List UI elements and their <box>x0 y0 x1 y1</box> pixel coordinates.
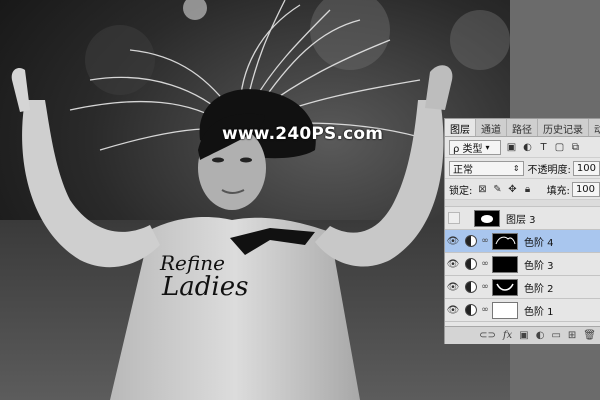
eye-icon[interactable]: 👁︎ <box>445 236 461 247</box>
layer-mask-thumbnail[interactable] <box>492 278 518 296</box>
lock-pixels-icon[interactable]: ✎ <box>492 184 502 195</box>
adjustment-filter-icon[interactable]: ◐ <box>522 142 533 153</box>
layer-name: 色阶 2 <box>524 283 554 295</box>
lock-transparent-icon[interactable]: ⊠ <box>477 184 487 195</box>
opacity-input[interactable]: 100 <box>572 160 600 176</box>
link-icon: ∞ <box>481 305 489 315</box>
adjustment-layer-icon[interactable]: ◐ <box>536 330 545 341</box>
add-mask-icon[interactable]: ▣ <box>519 330 528 341</box>
image-filter-icon[interactable]: ▣ <box>506 142 517 153</box>
tab-channels[interactable]: 通道 <box>476 119 507 136</box>
eye-icon[interactable]: 👁︎ <box>445 259 461 270</box>
tab-actions[interactable]: 动作 <box>589 119 600 136</box>
trash-icon[interactable]: 🗑︎ <box>583 330 596 341</box>
lock-position-icon[interactable]: ✥ <box>507 184 517 195</box>
layers-panel: 图层 通道 路径 历史记录 动作 ρ 类型 ▾ ▣ ◐ T ▢ ⧉ 正常 ⇕ 不… <box>444 118 600 344</box>
tab-history[interactable]: 历史记录 <box>538 119 589 136</box>
layer-filter-select[interactable]: ρ 类型 ▾ <box>449 139 501 155</box>
layer-mask-thumbnail[interactable] <box>492 301 518 319</box>
levels-adjustment-icon <box>465 281 477 293</box>
type-filter-icon[interactable]: T <box>538 142 549 153</box>
blend-mode-value: 正常 <box>453 164 473 176</box>
shirt-text-ladies: Ladies <box>161 272 248 302</box>
link-layers-icon[interactable]: ⊂⊃ <box>479 330 496 341</box>
link-icon: ∞ <box>481 236 489 246</box>
link-icon: ∞ <box>481 282 489 292</box>
lock-label: 锁定: <box>449 185 473 197</box>
layer-mask-thumbnail[interactable] <box>492 232 518 250</box>
new-layer-icon[interactable]: ⊞ <box>568 330 576 341</box>
fill-label: 填充: <box>546 185 570 197</box>
watermark-text: www.240PS.com <box>222 124 384 144</box>
smart-object-filter-icon[interactable]: ⧉ <box>570 142 581 153</box>
panel-bottom-toolbar: ⊂⊃ fx ▣ ◐ ▭ ⊞ 🗑︎ <box>445 326 600 344</box>
layer-row[interactable]: 👁︎ ∞ 色阶 4 <box>445 230 600 253</box>
shape-filter-icon[interactable]: ▢ <box>554 142 565 153</box>
chevron-updown-icon: ⇕ <box>512 163 520 173</box>
visibility-toggle[interactable] <box>448 212 460 224</box>
group-folder-icon[interactable]: ▭ <box>551 330 560 341</box>
levels-adjustment-icon <box>465 235 477 247</box>
layer-list-top-edge <box>445 200 600 207</box>
eye-icon[interactable]: 👁︎ <box>445 282 461 293</box>
eye-icon[interactable]: 👁︎ <box>445 305 461 316</box>
layer-name: 色阶 3 <box>524 260 554 272</box>
filter-row: ρ 类型 ▾ ▣ ◐ T ▢ ⧉ <box>445 137 600 158</box>
opacity-value: 100 <box>576 162 596 174</box>
layer-name: 色阶 1 <box>524 306 554 318</box>
levels-adjustment-icon <box>465 304 477 316</box>
layer-name: 色阶 4 <box>524 237 554 249</box>
layer-row[interactable]: 👁︎ ∞ 色阶 3 <box>445 253 600 276</box>
fx-icon[interactable]: fx <box>503 330 512 341</box>
blend-row: 正常 ⇕ 不透明度: 100 <box>445 158 600 179</box>
layer-name: 图层 3 <box>506 214 536 226</box>
tab-paths[interactable]: 路径 <box>507 119 538 136</box>
levels-adjustment-icon <box>465 258 477 270</box>
fill-input[interactable]: 100 <box>571 181 600 197</box>
blend-mode-select[interactable]: 正常 ⇕ <box>449 160 524 176</box>
layer-row[interactable]: 👁︎ ∞ 色阶 2 <box>445 276 600 299</box>
filter-label: ρ 类型 <box>453 143 483 155</box>
link-icon: ∞ <box>481 259 489 269</box>
panel-tabs: 图层 通道 路径 历史记录 动作 <box>445 119 600 137</box>
layer-row[interactable]: 👁︎ ∞ 色阶 1 <box>445 299 600 322</box>
lock-all-icon[interactable]: 🔒︎ <box>523 184 533 195</box>
tab-layers[interactable]: 图层 <box>445 119 476 136</box>
opacity-label: 不透明度: <box>527 164 571 176</box>
chevron-down-icon: ▾ <box>485 142 490 152</box>
lock-row: 锁定: ⊠ ✎ ✥ 🔒︎ 填充: 100 <box>445 179 600 200</box>
layer-thumbnail <box>474 209 500 227</box>
fill-value: 100 <box>575 183 596 195</box>
layer-mask-thumbnail[interactable] <box>492 255 518 273</box>
layer-row[interactable]: 图层 3 <box>445 207 600 230</box>
